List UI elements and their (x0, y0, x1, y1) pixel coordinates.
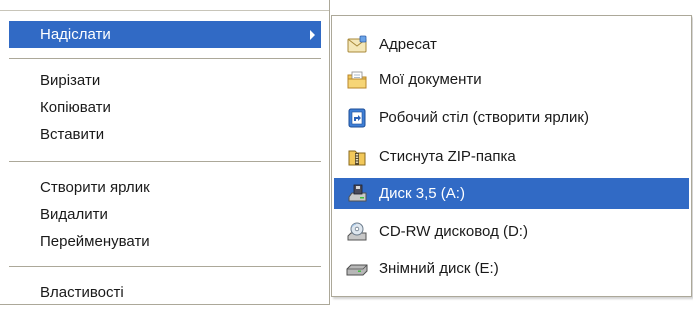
menu-item-cut[interactable]: Вирізати (9, 67, 321, 94)
submenu-item-mail-recipient[interactable]: Адресат (334, 29, 689, 60)
submenu-item-removable-disk[interactable]: Знімний диск (E:) (334, 253, 689, 284)
menu-item-label: Вирізати (40, 72, 101, 89)
zip-folder-icon (346, 146, 368, 168)
submenu-item-label: Стиснута ZIP-папка (379, 148, 516, 165)
removable-disk-icon (346, 258, 368, 280)
floppy-drive-icon (346, 183, 368, 205)
menu-item-label: Вставити (40, 126, 105, 143)
submenu-item-floppy-drive[interactable]: Диск 3,5 (A:) (334, 178, 689, 209)
menu-item-label: Надіслати (40, 26, 111, 43)
my-documents-folder-icon (346, 69, 368, 91)
submenu-item-label: Диск 3,5 (A:) (379, 185, 465, 202)
menu-item-paste[interactable]: Вставити (9, 121, 321, 148)
submenu-item-cd-drive[interactable]: CD-RW дисковод (D:) (334, 216, 689, 247)
submenu-item-label: Адресат (379, 36, 437, 53)
send-to-submenu: Адресат Мої документи Робочий стіл (ство… (331, 15, 692, 297)
cd-drive-icon (346, 221, 368, 243)
context-menu: Надіслати Вирізати Копіювати Вставити Ст… (0, 0, 330, 305)
menu-item-properties[interactable]: Властивості (9, 279, 321, 306)
submenu-item-zip-folder[interactable]: Стиснута ZIP-папка (334, 141, 689, 172)
menu-item-delete[interactable]: Видалити (9, 201, 321, 228)
submenu-item-label: Мої документи (379, 71, 482, 88)
menu-item-rename[interactable]: Перейменувати (9, 228, 321, 255)
menu-item-label: Копіювати (40, 99, 111, 116)
submenu-item-label: CD-RW дисковод (D:) (379, 223, 528, 240)
menu-item-send-to[interactable]: Надіслати (9, 21, 321, 48)
menu-separator (9, 58, 321, 59)
menu-separator (9, 161, 321, 162)
menu-top-edge (0, 0, 329, 11)
submenu-item-label: Знімний диск (E:) (379, 260, 499, 277)
submenu-item-label: Робочий стіл (створити ярлик) (379, 109, 589, 126)
menu-item-label: Перейменувати (40, 233, 150, 250)
menu-item-create-shortcut[interactable]: Створити ярлик (9, 174, 321, 201)
submenu-item-my-documents[interactable]: Мої документи (334, 64, 689, 95)
submenu-item-desktop-shortcut[interactable]: Робочий стіл (створити ярлик) (334, 102, 689, 133)
menu-item-label: Створити ярлик (40, 179, 150, 196)
envelope-icon (346, 34, 368, 56)
menu-item-label: Властивості (40, 284, 124, 301)
screenshot-stage: Надіслати Вирізати Копіювати Вставити Ст… (0, 0, 693, 312)
menu-separator (9, 266, 321, 267)
submenu-arrow-icon (310, 30, 315, 40)
menu-item-copy[interactable]: Копіювати (9, 94, 321, 121)
desktop-shortcut-icon (346, 107, 368, 129)
menu-item-label: Видалити (40, 206, 108, 223)
